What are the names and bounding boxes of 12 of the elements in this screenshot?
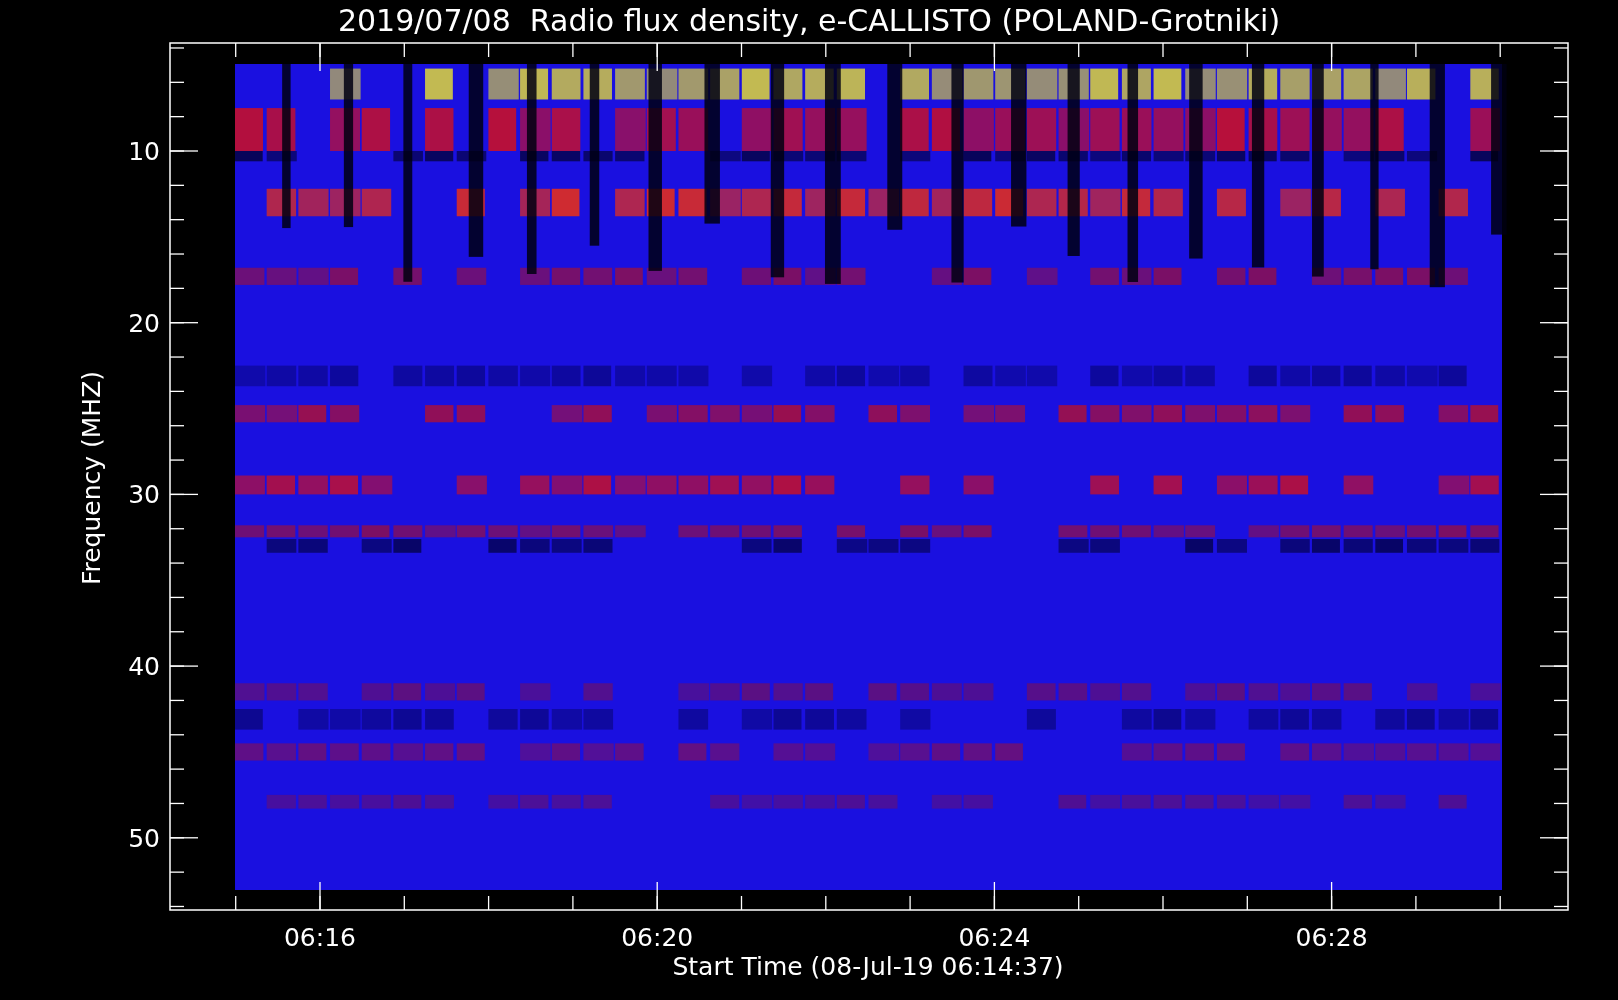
y-tick-label: 50	[128, 823, 160, 853]
y-tick-label: 40	[128, 652, 160, 682]
y-axis-label: Frequency (MHZ)	[77, 370, 106, 586]
x-tick-label: 06:28	[1295, 923, 1368, 952]
x-tick-label: 06:16	[284, 923, 356, 952]
x-tick-label: 06:24	[958, 923, 1031, 952]
x-axis-label: Start Time (08-Jul-19 06:14:37)	[672, 952, 1064, 981]
chart-title: 2019/07/08 Radio flux density, e-CALLISTO (POLAND-Grotniki)	[337, 3, 1281, 38]
y-tick-label: 20	[128, 308, 160, 338]
y-tick-label: 10	[128, 137, 160, 166]
x-tick-label: 06:20	[621, 923, 694, 952]
y-tick-label: 30	[128, 480, 160, 510]
